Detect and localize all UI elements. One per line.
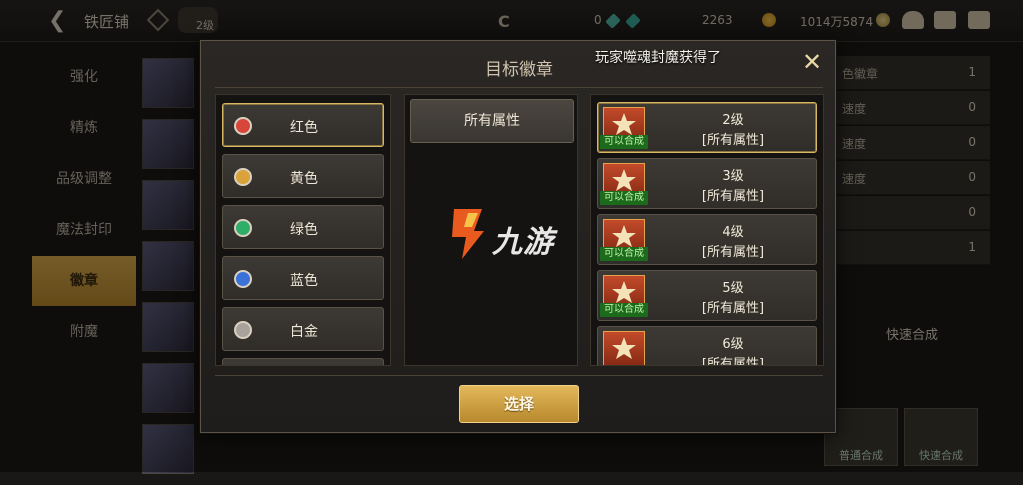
level-title: 6级 [722,337,744,352]
badge-icon [603,331,645,365]
color-item-yellow[interactable]: 黄色 [222,154,384,198]
color-item-blue[interactable]: 蓝色 [222,256,384,300]
color-label: 黄色 [290,171,318,187]
color-label: 白金 [290,324,318,340]
color-item-red[interactable]: 红色 [222,103,384,147]
craftable-tag: 可以合成 [600,191,648,205]
level-attribute: [所有属性] [701,245,765,260]
level-item-5[interactable]: 可以合成 5级 [所有属性] [597,270,817,321]
level-item-6[interactable]: 6级 [所有属性] [597,326,817,366]
jiuyou-watermark: 九游 [448,205,578,265]
close-icon[interactable]: ✕ [797,47,827,77]
level-title: 3级 [722,169,744,184]
divider [215,375,823,376]
level-title: 5级 [722,281,744,296]
level-attribute: [所有属性] [701,301,765,316]
color-label: 蓝色 [290,273,318,289]
watermark-text: 九游 [492,225,554,260]
level-attribute: [所有属性] [701,357,765,366]
system-toast: 玩家噬魂封魔获得了 [595,50,721,66]
select-button[interactable]: 选择 [459,385,579,423]
level-item-2[interactable]: 可以合成 2级 [所有属性] [597,102,817,153]
jiuyou-logo-icon [452,209,484,259]
craftable-tag: 可以合成 [600,303,648,317]
color-label: 红色 [290,120,318,136]
modal-title: 目标徽章 [485,60,553,80]
color-item-green[interactable]: 绿色 [222,205,384,249]
level-title: 2级 [722,113,744,128]
color-item-platinum[interactable]: 白金 [222,307,384,351]
level-item-3[interactable]: 可以合成 3级 [所有属性] [597,158,817,209]
attribute-all-button[interactable]: 所有属性 [410,99,574,143]
level-title: 4级 [722,225,744,240]
color-item-next[interactable] [222,358,384,365]
level-attribute: [所有属性] [701,133,765,148]
level-item-4[interactable]: 可以合成 4级 [所有属性] [597,214,817,265]
target-badge-modal: 目标徽章 玩家噬魂封魔获得了 ✕ 红色 黄色 绿色 蓝色 白金 所有属性 九游 … [200,40,836,433]
color-list[interactable]: 红色 黄色 绿色 蓝色 白金 [215,94,391,366]
craftable-tag: 可以合成 [600,247,648,261]
craftable-tag: 可以合成 [600,135,648,149]
divider [215,87,823,88]
level-list[interactable]: 可以合成 2级 [所有属性] 可以合成 3级 [所有属性] 可以合成 4级 [所… [590,94,824,366]
level-attribute: [所有属性] [701,189,765,204]
color-label: 绿色 [290,222,318,238]
